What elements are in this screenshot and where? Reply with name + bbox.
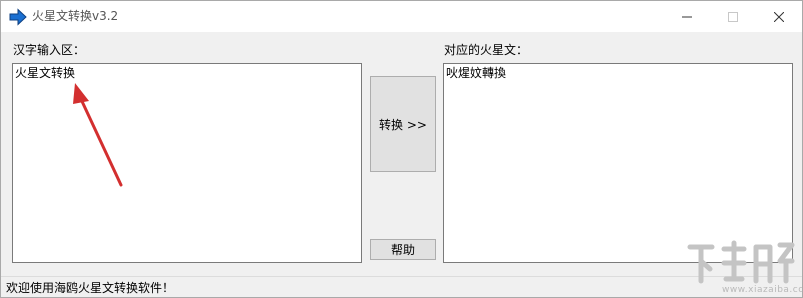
convert-button[interactable]: 转换 >>	[370, 76, 436, 172]
app-window: 火星文转换v3.2 汉字输入区： 火星文转换 转换 >> 帮助 对应的火星文： …	[0, 0, 803, 298]
help-button[interactable]: 帮助	[370, 239, 436, 260]
maximize-icon	[728, 11, 738, 22]
status-text: 欢迎使用海鸥火星文转换软件！	[6, 281, 175, 295]
output-area-label: 对应的火星文：	[444, 43, 529, 57]
martian-output-textarea[interactable]: 吙煋妏轉換	[443, 63, 793, 263]
hanzi-input-textarea[interactable]: 火星文转换	[12, 63, 362, 263]
status-bar: 欢迎使用海鸥火星文转换软件！	[1, 276, 802, 297]
close-button[interactable]	[756, 1, 802, 32]
title-bar[interactable]: 火星文转换v3.2	[1, 1, 802, 32]
app-arrow-icon	[9, 8, 27, 26]
close-icon	[774, 11, 784, 22]
minimize-icon	[682, 16, 692, 17]
input-area-label: 汉字输入区：	[13, 43, 86, 57]
maximize-button[interactable]	[710, 1, 756, 32]
window-title: 火星文转换v3.2	[32, 9, 119, 23]
minimize-button[interactable]	[664, 1, 710, 32]
